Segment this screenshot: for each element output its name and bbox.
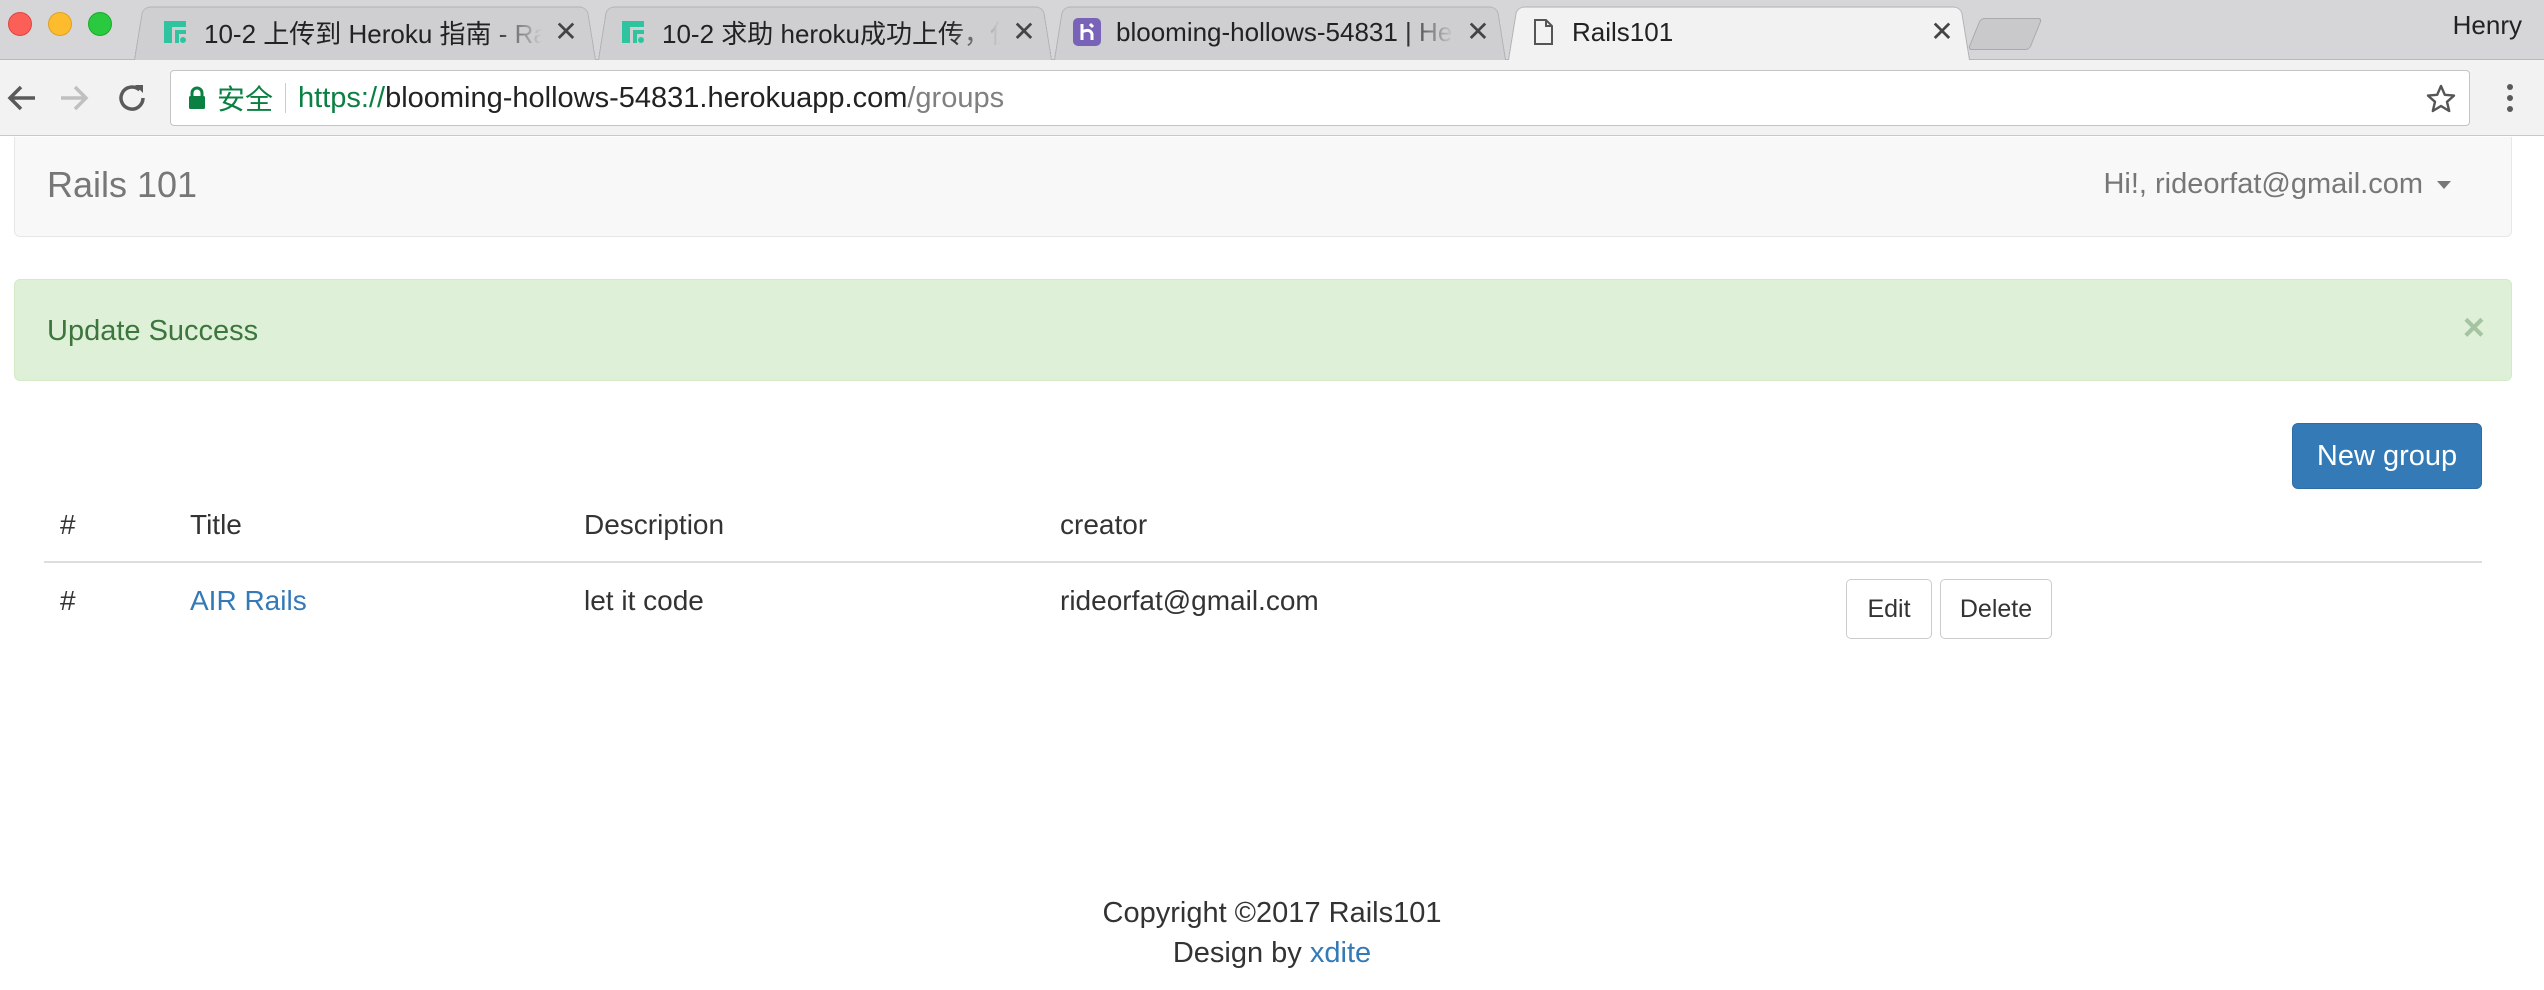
reload-icon [119,85,145,111]
tab-title: blooming-hollows-54831 | Heroku [1116,16,1454,47]
site-footer: Copyright ©2017 Rails101 Design by xdite [0,893,2544,973]
close-tab-icon[interactable]: ✕ [552,18,580,46]
back-button[interactable] [0,76,44,120]
column-header-title: Title [190,509,242,540]
document-icon [1528,17,1558,47]
designer-link[interactable]: xdite [1310,937,1371,969]
tab-title: 10-2 上传到 Heroku 指南 - Rails [204,18,542,49]
page-content: Rails 101 Hi!, rideorfat@gmail.com Updat… [0,137,2544,990]
url-path: /groups [907,81,1005,114]
edit-button[interactable]: Edit [1846,579,1932,639]
delete-button[interactable]: Delete [1940,579,2052,639]
tab-2[interactable]: 10-2 求助 heroku成功上传，但 ✕ [618,4,1038,60]
tab-strip: 10-2 上传到 Heroku 指南 - Rails ✕ 10-2 求助 her… [0,0,2544,61]
fullstack-icon [160,17,190,47]
omnibox-divider [285,83,287,113]
user-greeting: Hi!, rideorfat@gmail.com [2103,168,2423,200]
row-number: # [60,585,76,616]
secure-label: 安全 [217,84,274,115]
zoom-window-button[interactable] [88,12,112,36]
close-tab-icon[interactable]: ✕ [1928,18,1956,46]
close-icon[interactable]: × [2463,308,2485,348]
column-header-description: Description [584,509,725,540]
close-tab-icon[interactable]: ✕ [1464,18,1492,46]
reload-button[interactable] [110,76,154,120]
fullstack-icon [618,17,648,47]
lock-icon [187,86,207,110]
new-group-button[interactable]: New group [2292,423,2482,489]
heroku-icon [1072,17,1102,47]
tab-title: 10-2 求助 heroku成功上传，但 [662,18,1000,49]
browser-toolbar: 安全 https://blooming-hollows-54831.heroku… [0,60,2544,136]
bookmark-star-icon[interactable] [2421,79,2461,119]
url-host: blooming-hollows-54831.herokuapp.com [385,81,908,114]
group-description: let it code [584,585,704,616]
url-text: https://blooming-hollows-54831.herokuapp… [298,82,1004,115]
table-header: # Title Description creator [44,499,2482,563]
forward-arrow-icon [61,85,89,111]
column-header-creator: creator [1060,509,1148,540]
flash-success-alert: Update Success × [14,279,2512,381]
column-header-number: # [60,509,76,540]
forward-button[interactable] [52,76,96,120]
profile-name[interactable]: Henry [2453,10,2522,41]
groups-table: # Title Description creator # AIR Rails … [44,499,2482,653]
tab-1[interactable]: 10-2 上传到 Heroku 指南 - Rails ✕ [160,4,580,60]
copyright-text: Copyright ©2017 Rails101 [1102,897,1442,929]
close-tab-icon[interactable]: ✕ [1010,18,1038,46]
design-credit: Design by xdite [0,933,2544,973]
site-navbar: Rails 101 Hi!, rideorfat@gmail.com [14,137,2512,237]
close-window-button[interactable] [8,12,32,36]
brand-link[interactable]: Rails 101 [47,164,197,206]
tab-title: Rails101 [1572,16,1674,47]
browser-menu-icon[interactable] [2490,76,2530,120]
design-by-label: Design by [1172,937,1302,969]
new-tab-button[interactable] [1967,18,2043,50]
table-row: # AIR Rails let it code rideorfat@gmail.… [44,563,2482,653]
url-scheme: https:// [298,81,386,114]
caret-down-icon [2437,180,2451,189]
user-dropdown[interactable]: Hi!, rideorfat@gmail.com [2103,168,2451,201]
tab-4-active[interactable]: Rails101 ✕ [1528,4,1956,60]
flash-message: Update Success [47,315,259,347]
group-creator: rideorfat@gmail.com [1060,585,1319,616]
group-title-link[interactable]: AIR Rails [190,585,307,616]
tab-3[interactable]: blooming-hollows-54831 | Heroku ✕ [1072,4,1492,60]
back-arrow-icon [7,85,35,111]
minimize-window-button[interactable] [48,12,72,36]
group-title-cell: AIR Rails [190,585,307,617]
address-bar[interactable]: 安全 https://blooming-hollows-54831.heroku… [170,70,2470,126]
